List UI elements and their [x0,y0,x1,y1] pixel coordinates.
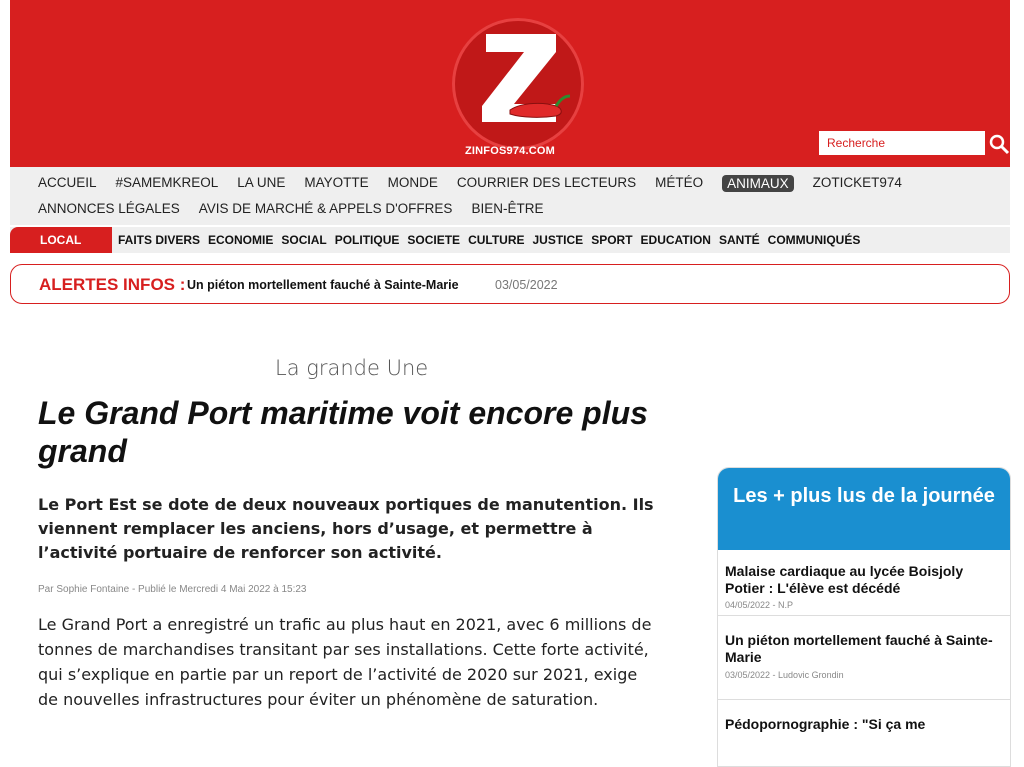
section-tab-social[interactable]: SOCIAL [281,227,326,253]
nav-item-annonces[interactable]: ANNONCES LÉGALES [38,201,180,216]
article-byline: Par Sophie Fontaine - Publié le Mercredi… [38,584,307,595]
most-read-item[interactable]: Malaise cardiaque au lycée Boisjoly Poti… [718,550,1010,616]
section-tab-economie[interactable]: ECONOMIE [208,227,273,253]
nav-item-samemkreol[interactable]: #SAMEMKREOL [116,175,219,192]
search-icon[interactable] [988,133,1010,155]
section-tab-justice[interactable]: JUSTICE [533,227,584,253]
zinfos-logo-icon [482,34,571,122]
site-header: ZINFOS974.COM [10,0,1010,167]
most-read-item-meta: 03/05/2022 - Ludovic Grondin [725,670,844,680]
nav-item-meteo[interactable]: MÉTÉO [655,175,703,192]
alerts-headline-link[interactable]: Un piéton mortellement fauché à Sainte-M… [187,278,459,292]
nav-item-mayotte[interactable]: MAYOTTE [304,175,368,192]
section-tab-sante[interactable]: SANTÉ [719,227,760,253]
most-read-widget: Les + plus lus de la journée Malaise car… [717,467,1011,767]
section-tab-communiques[interactable]: COMMUNIQUÉS [768,227,861,253]
breaking-news-bar: ALERTES INFOS : Un piéton mortellement f… [10,264,1010,304]
section-nav: LOCAL FAITS DIVERS ECONOMIE SOCIAL POLIT… [10,227,1010,253]
section-tab-culture[interactable]: CULTURE [468,227,524,253]
site-logo[interactable] [452,18,584,150]
article-body: Le Grand Port a enregistré un trafic au … [38,615,652,709]
article-headline: Le Grand Port maritime voit encore plus … [38,395,648,469]
most-read-item-meta: 04/05/2022 - N.P [725,600,794,610]
search-input[interactable] [819,131,985,155]
section-tab-local[interactable]: LOCAL [10,227,112,253]
nav-item-zoticket[interactable]: ZOTICKET974 [813,175,902,192]
most-read-item[interactable]: Un piéton mortellement fauché à Sainte-M… [718,616,1010,700]
most-read-item-title[interactable]: Pédopornographie : "Si ça me [725,716,995,733]
section-tab-education[interactable]: EDUCATION [641,227,711,253]
article-section-label: La grande Une [275,356,429,380]
most-read-item[interactable]: Pédopornographie : "Si ça me [718,700,1010,766]
nav-item-la-une[interactable]: LA UNE [237,175,285,192]
nav-item-avis-marche[interactable]: AVIS DE MARCHÉ & APPELS D'OFFRES [199,201,453,216]
nav-item-monde[interactable]: MONDE [388,175,438,192]
article-lede: Le Port Est se dote de deux nouveaux por… [38,495,654,562]
main-nav: ACCUEIL #SAMEMKREOL LA UNE MAYOTTE MONDE… [10,167,1010,225]
most-read-title: Les + plus lus de la journée [718,468,1010,550]
nav-item-courrier[interactable]: COURRIER DES LECTEURS [457,175,636,192]
most-read-item-title[interactable]: Un piéton mortellement fauché à Sainte-M… [725,632,995,666]
nav-item-accueil[interactable]: ACCUEIL [38,175,97,192]
alerts-label: ALERTES INFOS : [39,275,186,294]
nav-item-animaux[interactable]: ANIMAUX [722,175,794,192]
section-tab-sport[interactable]: SPORT [591,227,632,253]
section-tab-societe[interactable]: SOCIETE [407,227,460,253]
nav-item-bien-etre[interactable]: BIEN-ÊTRE [471,201,543,216]
section-tab-politique[interactable]: POLITIQUE [335,227,400,253]
alerts-date: 03/05/2022 [495,278,558,292]
most-read-item-title[interactable]: Malaise cardiaque au lycée Boisjoly Poti… [725,563,995,597]
section-tab-faits-divers[interactable]: FAITS DIVERS [118,227,200,253]
